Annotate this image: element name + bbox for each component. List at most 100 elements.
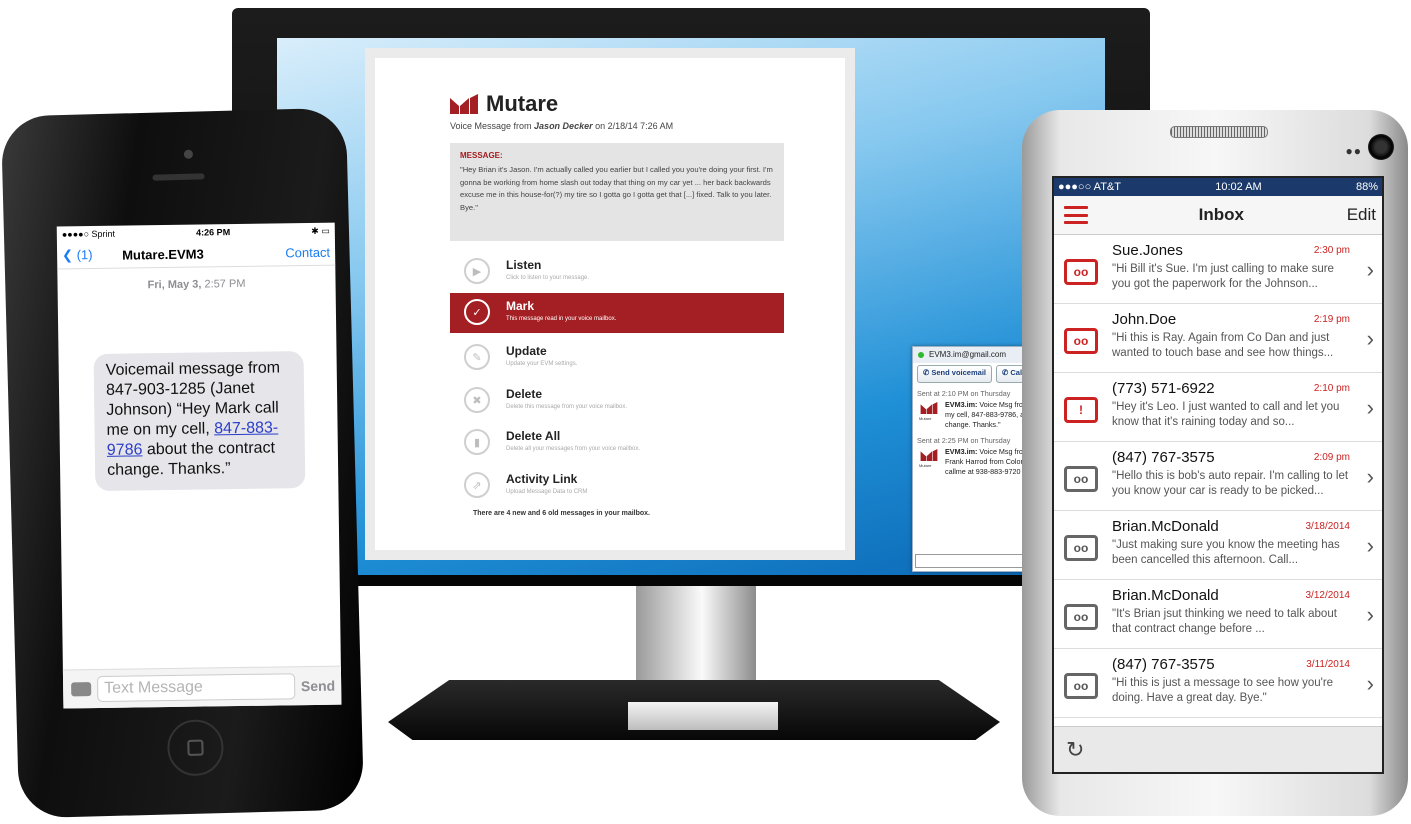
mutare-mini-logo-icon: Mutare (919, 402, 939, 421)
caller-name: Sue.Jones (1112, 242, 1183, 259)
email-webpage: Mutare Voice Message from Jason Decker o… (365, 48, 1105, 572)
edit-button[interactable]: Edit (1347, 205, 1376, 225)
desktop-monitor: Mutare Voice Message from Jason Decker o… (232, 8, 1150, 586)
inbox-row[interactable]: oo (847) 767-3575 3/11/2014 "Hi this is … (1054, 649, 1382, 718)
chat-sender: EVM3.im: (945, 400, 978, 409)
inbox-row[interactable]: oo Sue.Jones 2:30 pm "Hi Bill it's Sue. … (1054, 235, 1382, 304)
from-date: on 2/18/14 7:26 AM (592, 121, 674, 131)
camera-icon[interactable] (71, 682, 92, 697)
delete-button[interactable]: ✖ Delete Delete this message from your v… (450, 381, 784, 421)
inbox-row[interactable]: oo Brian.McDonald 3/18/2014 "Just making… (1054, 511, 1382, 580)
refresh-icon[interactable]: ↻ (1066, 737, 1084, 762)
inbox-footer: ↻ (1054, 726, 1382, 772)
activity-link-button[interactable]: ⇗ Activity Link Upload Message Data to C… (450, 466, 784, 506)
message-time: 3/11/2014 (1306, 659, 1350, 670)
caller-name: Brian.McDonald (1112, 587, 1219, 604)
messages-nav-bar: ❮ (1) Mutare.EVM3 Contact (56, 238, 336, 270)
from-prefix: Voice Message from (450, 121, 535, 131)
inbox-row[interactable]: oo Brian.McDonald 3/12/2014 "It's Brian … (1054, 580, 1382, 649)
mutare-mini-logo-icon: Mutare (919, 449, 939, 468)
text-message-input[interactable]: Text Message (97, 673, 296, 703)
mini-logo-text: Mutare (919, 463, 932, 468)
mailbox-count-note: There are 4 new and 6 old messages in yo… (473, 510, 651, 517)
status-time: 10:02 AM (1215, 181, 1262, 193)
update-subtitle: Update your EVM settings. (506, 361, 578, 367)
voicemail-read-icon: oo (1064, 466, 1098, 492)
chevron-right-icon: › (1366, 257, 1374, 282)
date-day: Fri, May 3, (147, 278, 202, 292)
message-date: Fri, May 3, 2:57 PM (57, 277, 335, 293)
conversation-title: Mutare.EVM3 (122, 245, 204, 263)
battery-icon: ✱ ▭ (311, 225, 330, 236)
trash-icon: ▮ (464, 429, 490, 455)
sms-bubble: Voicemail message from 847-903-1285 (Jan… (93, 351, 306, 492)
front-camera-icon (1368, 134, 1394, 160)
listen-subtitle: Click to listen to your message. (506, 275, 590, 281)
caller-name: (773) 571-6922 (1112, 380, 1215, 397)
message-preview: "It's Brian jsut thinking we need to tal… (1112, 608, 1337, 635)
back-count: (1) (76, 247, 93, 263)
message-preview: "Hi this is Ray. Again from Co Dan and j… (1112, 332, 1334, 359)
message-time: 3/18/2014 (1305, 521, 1351, 532)
voice-message-header: Voice Message from Jason Decker on 2/18/… (450, 121, 673, 131)
iphone-device: ●●●●○ Sprint 4:26 PM ✱ ▭ ❮ (1) Mutare.EV… (0, 107, 365, 819)
android-screen: ●●●○○ AT&T 10:02 AM 88% Inbox Edit oo Su… (1052, 176, 1384, 774)
status-bar: ●●●○○ AT&T 10:02 AM 88% (1054, 178, 1382, 196)
chevron-right-icon: › (1366, 326, 1374, 351)
message-label: MESSAGE: (460, 151, 503, 160)
activity-link-subtitle: Upload Message Data to CRM (506, 489, 588, 495)
iphone-screen: ●●●●○ Sprint 4:26 PM ✱ ▭ ❮ (1) Mutare.EV… (56, 222, 342, 709)
brand-name: Mutare (486, 91, 559, 116)
android-device: ●● ●●●○○ AT&T 10:02 AM 88% Inbox Edit oo… (1022, 110, 1408, 816)
caller-name: (847) 767-3575 (1112, 656, 1215, 673)
front-camera-icon (183, 149, 194, 159)
inbox-row[interactable]: oo (847) 767-3575 2:09 pm "Hello this is… (1054, 442, 1382, 511)
back-button[interactable]: ❮ (1) (62, 247, 122, 264)
status-time: 4:26 PM (196, 227, 231, 238)
monitor-base-highlight (628, 702, 778, 730)
listen-button[interactable]: ▶ Listen Click to listen to your message… (450, 252, 784, 292)
mutare-logo-icon (450, 94, 478, 114)
inbox-title: Inbox (1198, 205, 1245, 224)
link-icon: ⇗ (464, 472, 490, 498)
chevron-right-icon: › (1366, 671, 1374, 696)
send-voicemail-label: Send voicemail (931, 368, 986, 377)
inbox-header: Inbox Edit (1054, 196, 1382, 235)
update-button[interactable]: ✎ Update Update your EVM settings. (450, 338, 784, 378)
delete-subtitle: Delete this message from your voice mail… (506, 404, 628, 410)
voicemail-new-icon: oo (1064, 328, 1098, 354)
compose-bar: Text Message Send (62, 665, 342, 709)
send-button[interactable]: Send (301, 678, 335, 694)
delete-all-subtitle: Delete all your messages from your voice… (506, 446, 641, 452)
voicemail-urgent-icon: ! (1064, 397, 1098, 423)
from-name: Jason Decker (534, 121, 593, 131)
delete-all-button[interactable]: ▮ Delete All Delete all your messages fr… (450, 423, 784, 463)
inbox-row[interactable]: ! (773) 571-6922 2:10 pm "Hey it's Leo. … (1054, 373, 1382, 442)
message-time: 2:09 pm (1313, 452, 1350, 463)
battery-level: 88% (1355, 181, 1378, 193)
message-time: 3/12/2014 (1305, 590, 1351, 601)
listen-title: Listen (506, 258, 542, 272)
contact-button[interactable]: Contact (285, 244, 330, 260)
message-transcript: "Hey Brian it's Jason. I'm actually call… (460, 165, 773, 212)
caller-name: (847) 767-3575 (1112, 449, 1215, 466)
home-button[interactable] (166, 719, 225, 777)
send-voicemail-button[interactable]: ✆ Send voicemail (917, 365, 992, 383)
earpiece-speaker (152, 173, 205, 181)
mark-button[interactable]: ✓ Mark This message read in your voice m… (450, 293, 784, 333)
monitor-screen: Mutare Voice Message from Jason Decker o… (277, 38, 1105, 575)
activity-link-title: Activity Link (506, 472, 578, 486)
menu-icon[interactable] (1064, 206, 1088, 224)
pencil-icon: ✎ (464, 344, 490, 370)
inbox-row[interactable]: oo John.Doe 2:19 pm "Hi this is Ray. Aga… (1054, 304, 1382, 373)
mini-logo-text: Mutare (919, 416, 932, 421)
mutare-logo: Mutare (450, 91, 558, 117)
carrier-signal: ●●●○○ AT&T (1058, 181, 1121, 193)
caller-name: Brian.McDonald (1112, 518, 1219, 535)
voicemail-read-icon: oo (1064, 604, 1098, 630)
chevron-right-icon: › (1366, 533, 1374, 558)
online-status-icon (918, 352, 924, 358)
chevron-right-icon: › (1366, 464, 1374, 489)
play-icon: ▶ (464, 258, 490, 284)
voicemail-read-icon: oo (1064, 673, 1098, 699)
